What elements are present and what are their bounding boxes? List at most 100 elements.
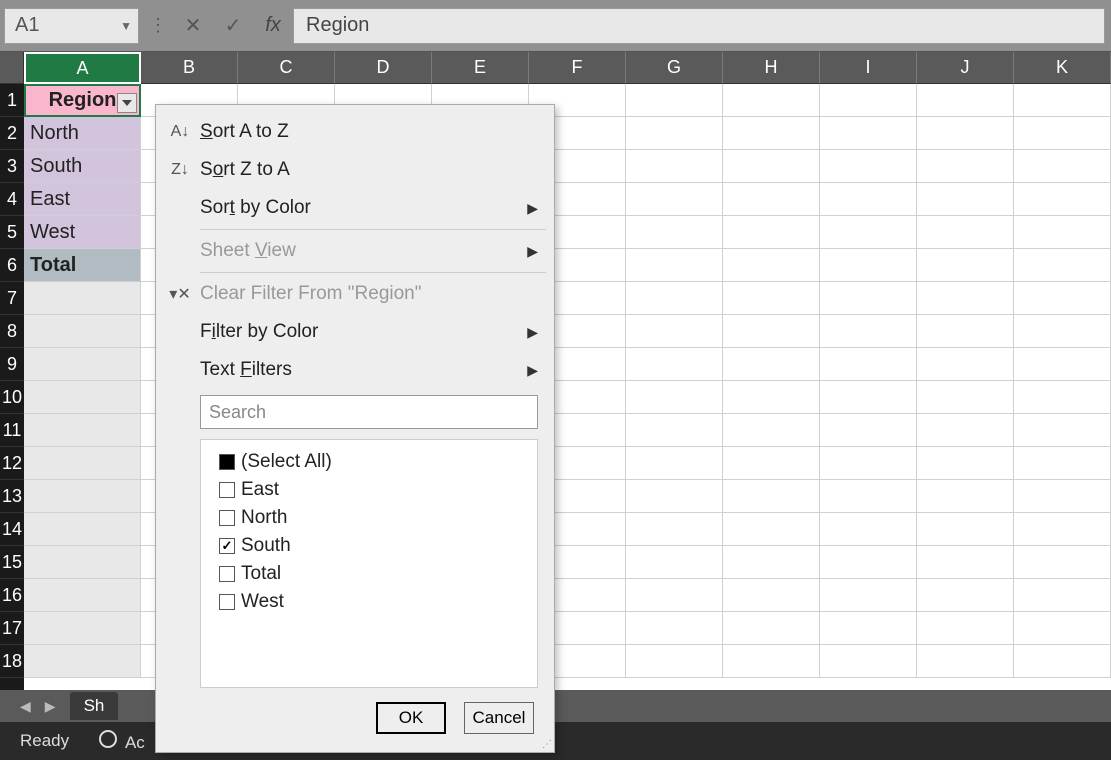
- checkbox-icon[interactable]: [219, 454, 235, 470]
- formula-bar-options-icon[interactable]: ⋮: [149, 15, 167, 36]
- row-header-7[interactable]: 7: [0, 282, 24, 315]
- cell-J11[interactable]: [917, 414, 1014, 447]
- sheet-tab[interactable]: Sh: [70, 692, 119, 720]
- cell-A6[interactable]: Total: [24, 249, 141, 282]
- cell-J18[interactable]: [917, 645, 1014, 678]
- cell-H4[interactable]: [723, 183, 820, 216]
- cell-A3[interactable]: South: [24, 150, 141, 183]
- checkbox-icon[interactable]: [219, 594, 235, 610]
- row-header-10[interactable]: 10: [0, 381, 24, 414]
- cell-K12[interactable]: [1014, 447, 1111, 480]
- filter-item-north[interactable]: North: [205, 504, 533, 532]
- cell-A16[interactable]: [24, 579, 141, 612]
- filter-by-color[interactable]: Filter by Color ▶: [164, 313, 546, 351]
- row-header-13[interactable]: 13: [0, 480, 24, 513]
- cell-G10[interactable]: [626, 381, 723, 414]
- cell-G7[interactable]: [626, 282, 723, 315]
- column-header-H[interactable]: H: [723, 52, 820, 84]
- cell-J8[interactable]: [917, 315, 1014, 348]
- cell-K11[interactable]: [1014, 414, 1111, 447]
- cell-I9[interactable]: [820, 348, 917, 381]
- text-filters[interactable]: Text Filters ▶: [164, 351, 546, 389]
- cell-H7[interactable]: [723, 282, 820, 315]
- tab-nav-prev-icon[interactable]: ◀: [20, 698, 31, 715]
- sort-a-to-z[interactable]: A↓ Sort A to Z: [164, 113, 546, 151]
- cell-K4[interactable]: [1014, 183, 1111, 216]
- row-header-18[interactable]: 18: [0, 645, 24, 678]
- cell-J12[interactable]: [917, 447, 1014, 480]
- cell-G3[interactable]: [626, 150, 723, 183]
- cell-J7[interactable]: [917, 282, 1014, 315]
- cell-H18[interactable]: [723, 645, 820, 678]
- filter-item-south[interactable]: South: [205, 532, 533, 560]
- cell-J1[interactable]: [917, 84, 1014, 117]
- cell-K10[interactable]: [1014, 381, 1111, 414]
- column-header-E[interactable]: E: [432, 52, 529, 84]
- row-header-4[interactable]: 4: [0, 183, 24, 216]
- cell-I12[interactable]: [820, 447, 917, 480]
- chevron-down-icon[interactable]: ▼: [120, 19, 132, 33]
- row-header-5[interactable]: 5: [0, 216, 24, 249]
- column-header-A[interactable]: A: [24, 52, 141, 84]
- row-header-16[interactable]: 16: [0, 579, 24, 612]
- cell-I4[interactable]: [820, 183, 917, 216]
- row-header-11[interactable]: 11: [0, 414, 24, 447]
- filter-item-east[interactable]: East: [205, 476, 533, 504]
- filter-checklist[interactable]: (Select All)EastNorthSouthTotalWest: [200, 439, 538, 688]
- row-header-8[interactable]: 8: [0, 315, 24, 348]
- cell-I8[interactable]: [820, 315, 917, 348]
- cell-K8[interactable]: [1014, 315, 1111, 348]
- column-header-I[interactable]: I: [820, 52, 917, 84]
- tab-nav-next-icon[interactable]: ▶: [45, 698, 56, 715]
- checkbox-icon[interactable]: [219, 566, 235, 582]
- cell-G11[interactable]: [626, 414, 723, 447]
- cell-H14[interactable]: [723, 513, 820, 546]
- cell-I15[interactable]: [820, 546, 917, 579]
- cell-G6[interactable]: [626, 249, 723, 282]
- cell-I18[interactable]: [820, 645, 917, 678]
- ok-button[interactable]: OK: [376, 702, 446, 734]
- cell-K2[interactable]: [1014, 117, 1111, 150]
- cell-A5[interactable]: West: [24, 216, 141, 249]
- cell-J2[interactable]: [917, 117, 1014, 150]
- sort-by-color[interactable]: Sort by Color ▶: [164, 189, 546, 227]
- cell-H5[interactable]: [723, 216, 820, 249]
- cell-H6[interactable]: [723, 249, 820, 282]
- sort-z-to-a[interactable]: Z↓ Sort Z to A: [164, 151, 546, 189]
- cell-I3[interactable]: [820, 150, 917, 183]
- cell-G13[interactable]: [626, 480, 723, 513]
- row-header-1[interactable]: 1: [0, 84, 24, 117]
- cell-H13[interactable]: [723, 480, 820, 513]
- row-header-17[interactable]: 17: [0, 612, 24, 645]
- cell-I16[interactable]: [820, 579, 917, 612]
- cell-H1[interactable]: [723, 84, 820, 117]
- cell-G16[interactable]: [626, 579, 723, 612]
- row-header-3[interactable]: 3: [0, 150, 24, 183]
- cell-H17[interactable]: [723, 612, 820, 645]
- accessibility-button[interactable]: Ac: [99, 730, 145, 753]
- row-header-15[interactable]: 15: [0, 546, 24, 579]
- row-header-9[interactable]: 9: [0, 348, 24, 381]
- cell-J17[interactable]: [917, 612, 1014, 645]
- cell-K1[interactable]: [1014, 84, 1111, 117]
- cell-J3[interactable]: [917, 150, 1014, 183]
- cell-A7[interactable]: [24, 282, 141, 315]
- column-header-F[interactable]: F: [529, 52, 626, 84]
- cell-G18[interactable]: [626, 645, 723, 678]
- enter-formula-icon[interactable]: ✓: [213, 8, 253, 44]
- name-box[interactable]: A1 ▼: [4, 8, 139, 44]
- cell-I6[interactable]: [820, 249, 917, 282]
- row-header-2[interactable]: 2: [0, 117, 24, 150]
- cell-I10[interactable]: [820, 381, 917, 414]
- cell-J15[interactable]: [917, 546, 1014, 579]
- cell-K3[interactable]: [1014, 150, 1111, 183]
- row-header-12[interactable]: 12: [0, 447, 24, 480]
- checkbox-icon[interactable]: [219, 510, 235, 526]
- cell-K6[interactable]: [1014, 249, 1111, 282]
- cell-A8[interactable]: [24, 315, 141, 348]
- cell-A14[interactable]: [24, 513, 141, 546]
- cell-G14[interactable]: [626, 513, 723, 546]
- column-header-K[interactable]: K: [1014, 52, 1111, 84]
- cell-K18[interactable]: [1014, 645, 1111, 678]
- column-header-J[interactable]: J: [917, 52, 1014, 84]
